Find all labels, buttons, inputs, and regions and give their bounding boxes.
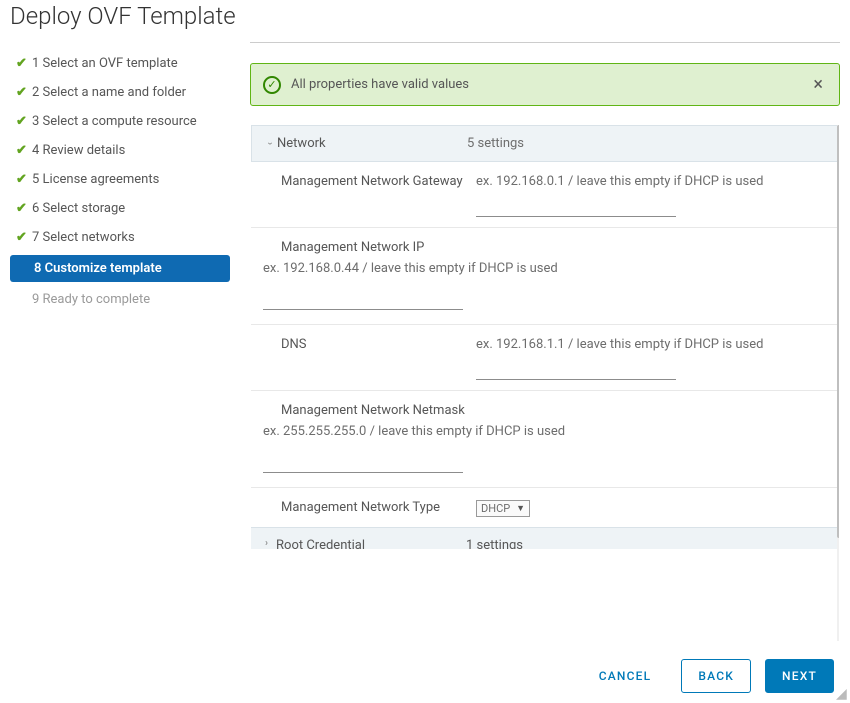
content-scroll: › Network 5 settings Management Network … bbox=[250, 124, 840, 642]
prop-label-dns: DNS bbox=[281, 337, 476, 352]
validation-alert: ✓ All properties have valid values × bbox=[250, 63, 840, 106]
prop-help-ip: ex. 192.168.0.44 / leave this empty if D… bbox=[263, 255, 791, 276]
check-icon: ✔ bbox=[16, 114, 32, 129]
step-label: 9 Ready to complete bbox=[32, 292, 150, 307]
dns-input[interactable] bbox=[476, 362, 676, 380]
dialog-title: Deploy OVF Template bbox=[0, 0, 850, 42]
step-review-details[interactable]: ✔ 4 Review details bbox=[10, 139, 230, 162]
step-select-networks[interactable]: ✔ 7 Select networks bbox=[10, 226, 230, 249]
check-icon: ✔ bbox=[16, 143, 32, 158]
chevron-down-icon: ▼ bbox=[516, 503, 525, 514]
prop-help-dns: ex. 192.168.1.1 / leave this empty if DH… bbox=[476, 337, 809, 380]
step-label: 2 Select a name and folder bbox=[32, 85, 186, 100]
ip-input-wrap bbox=[263, 276, 463, 310]
prop-row-ip: Management Network IP ex. 192.168.0.44 /… bbox=[251, 228, 839, 310]
check-icon: ✔ bbox=[16, 85, 32, 100]
check-icon: ✔ bbox=[16, 172, 32, 187]
step-label: 6 Select storage bbox=[32, 201, 125, 216]
prop-label-netmask: Management Network Netmask bbox=[281, 403, 476, 418]
netmask-input-wrap bbox=[263, 439, 463, 473]
wizard-container: ✔ 1 Select an OVF template ✔ 2 Select a … bbox=[0, 42, 850, 642]
alert-text: All properties have valid values bbox=[291, 77, 809, 92]
prop-label-ip: Management Network IP bbox=[281, 240, 476, 255]
cancel-button[interactable]: CANCEL bbox=[583, 660, 668, 692]
step-select-storage[interactable]: ✔ 6 Select storage bbox=[10, 197, 230, 220]
step-label: 4 Review details bbox=[32, 143, 125, 158]
success-icon: ✓ bbox=[263, 76, 281, 94]
netmask-input[interactable] bbox=[263, 455, 463, 473]
close-icon[interactable]: × bbox=[809, 74, 827, 95]
divider bbox=[250, 42, 840, 43]
chevron-right-icon: › bbox=[265, 538, 268, 549]
section-title: Root Credential bbox=[276, 538, 466, 549]
prop-row-nettype: Management Network Type DHCP ▼ bbox=[251, 488, 839, 527]
prop-row-netmask: Management Network Netmask ex. 255.255.2… bbox=[251, 391, 839, 473]
section-root-header[interactable]: › Root Credential 1 settings bbox=[251, 527, 839, 549]
wizard-sidebar: ✔ 1 Select an OVF template ✔ 2 Select a … bbox=[0, 42, 240, 642]
resize-grip-icon[interactable]: ◢ bbox=[836, 689, 848, 701]
prop-value-nettype: DHCP ▼ bbox=[476, 500, 809, 517]
step-name-folder[interactable]: ✔ 2 Select a name and folder bbox=[10, 81, 230, 104]
back-button[interactable]: BACK bbox=[681, 659, 751, 693]
step-ready-complete: ✔ 9 Ready to complete bbox=[10, 288, 230, 311]
step-license-agreements[interactable]: ✔ 5 License agreements bbox=[10, 168, 230, 191]
check-icon: ✔ bbox=[16, 56, 32, 71]
gateway-input[interactable] bbox=[476, 199, 676, 217]
prop-help-gateway: ex. 192.168.0.1 / leave this empty if DH… bbox=[476, 174, 809, 217]
chevron-down-icon: › bbox=[260, 142, 275, 145]
check-icon: ✔ bbox=[16, 230, 32, 245]
section-count: 1 settings bbox=[466, 538, 523, 549]
scrollbar-thumb[interactable] bbox=[837, 125, 840, 538]
step-label: 3 Select a compute resource bbox=[32, 114, 197, 129]
next-button[interactable]: NEXT bbox=[765, 659, 834, 693]
ip-input[interactable] bbox=[263, 292, 463, 310]
section-count: 5 settings bbox=[467, 136, 524, 151]
step-label: 8 Customize template bbox=[34, 261, 162, 276]
help-text: ex. 192.168.0.1 / leave this empty if DH… bbox=[476, 174, 763, 189]
step-label: 5 License agreements bbox=[32, 172, 159, 187]
prop-label-gateway: Management Network Gateway bbox=[281, 174, 476, 189]
scrollbar[interactable] bbox=[837, 125, 840, 641]
wizard-footer: CANCEL BACK NEXT bbox=[583, 659, 834, 693]
prop-help-netmask: ex. 255.255.255.0 / leave this empty if … bbox=[263, 418, 791, 439]
nettype-select[interactable]: DHCP ▼ bbox=[476, 500, 530, 517]
step-select-ovf[interactable]: ✔ 1 Select an OVF template bbox=[10, 52, 230, 75]
step-label: 1 Select an OVF template bbox=[32, 56, 178, 71]
wizard-main: ✓ All properties have valid values × › N… bbox=[240, 42, 850, 642]
help-text: ex. 192.168.1.1 / leave this empty if DH… bbox=[476, 337, 763, 352]
step-compute-resource[interactable]: ✔ 3 Select a compute resource bbox=[10, 110, 230, 133]
section-title: Network bbox=[277, 136, 467, 151]
prop-row-dns: DNS ex. 192.168.1.1 / leave this empty i… bbox=[251, 325, 839, 391]
step-label: 7 Select networks bbox=[32, 230, 135, 245]
section-network-header[interactable]: › Network 5 settings bbox=[251, 125, 839, 162]
select-value: DHCP bbox=[481, 502, 516, 515]
prop-label-nettype: Management Network Type bbox=[281, 500, 476, 515]
check-icon: ✔ bbox=[16, 201, 32, 216]
prop-row-gateway: Management Network Gateway ex. 192.168.0… bbox=[251, 162, 839, 228]
step-customize-template[interactable]: ✔ 8 Customize template bbox=[10, 255, 230, 282]
